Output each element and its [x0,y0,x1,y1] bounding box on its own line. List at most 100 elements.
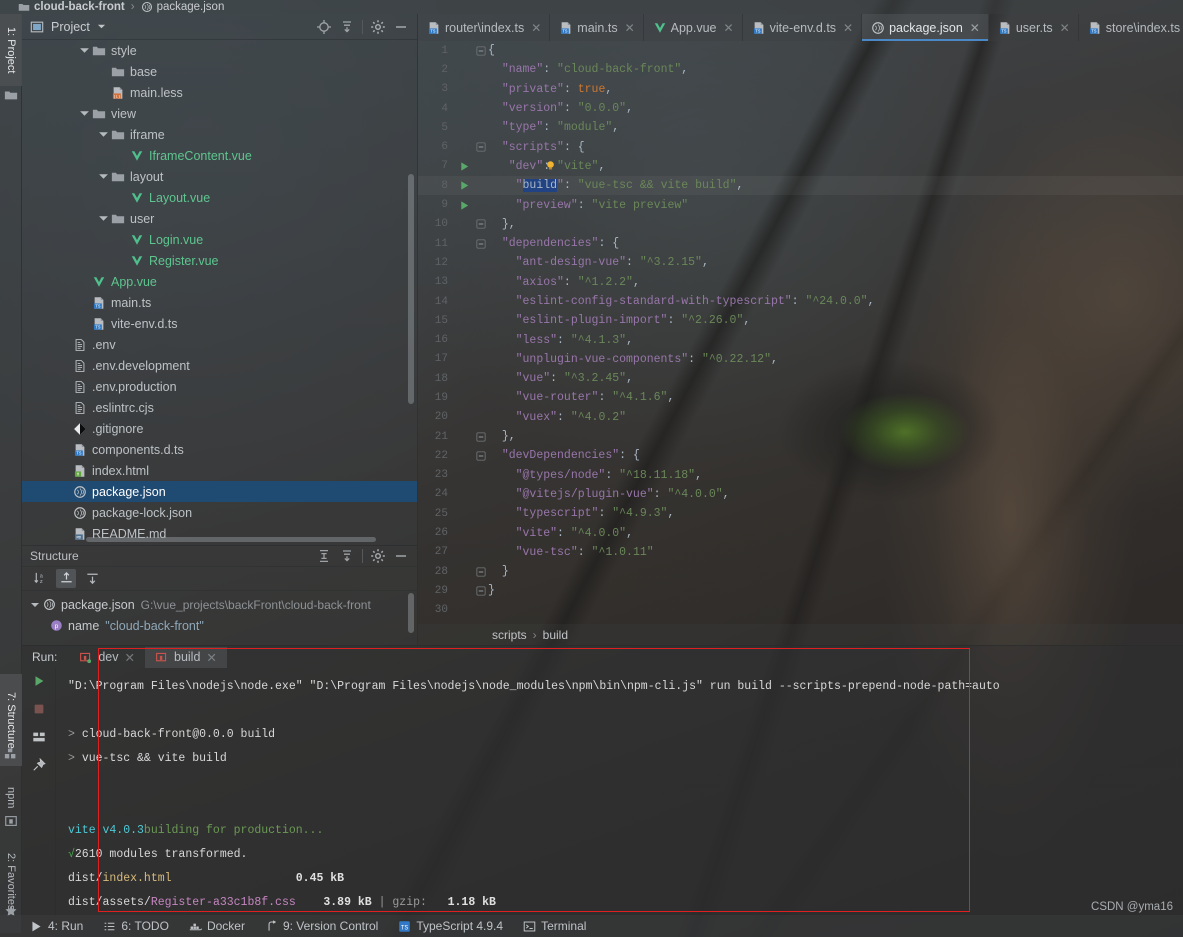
status-item-terminal[interactable]: Terminal [523,919,586,933]
tree-item-register-vue[interactable]: Register.vue [22,250,417,271]
tree-item-vite-env-d-ts[interactable]: TS vite-env.d.ts [22,313,417,334]
fold-minus-icon[interactable] [474,431,488,442]
rerun-icon[interactable] [32,674,46,688]
tree-item-iframecontent-vue[interactable]: IframeContent.vue [22,145,417,166]
close-icon[interactable]: ✕ [206,650,216,665]
tree-item-env-production[interactable]: .env.production [22,376,417,397]
expanded-arrow-icon[interactable] [98,213,109,224]
minimize-icon[interactable] [393,19,409,35]
status-item-typescript-4-9-4[interactable]: TS TypeScript 4.9.4 [398,919,503,933]
editor-tab-package-json[interactable]: package.json ✕ [862,14,989,41]
tree-item-app-vue[interactable]: App.vue [22,271,417,292]
pin-icon[interactable] [32,758,46,772]
editor-tab-store-index-ts[interactable]: TSstore\index.ts✕ [1079,14,1183,41]
fold-minus-icon[interactable] [474,142,488,152]
tree-item-layout[interactable]: layout [22,166,417,187]
collapse-all-icon[interactable] [339,548,355,564]
close-icon[interactable]: ✕ [843,21,853,35]
breadcrumb-item-build[interactable]: build [543,628,568,642]
expanded-arrow-icon[interactable] [79,108,90,119]
code-editor[interactable]: 1{2 "name": "cloud-back-front", 3 "privat… [418,41,1183,624]
project-window-icon [30,20,44,34]
structure-child-row[interactable]: p name "cloud-back-front" [22,615,417,636]
gear-icon[interactable] [370,548,386,564]
close-icon[interactable]: ✕ [125,650,135,665]
fold-minus-icon[interactable] [474,219,488,229]
scroll-to-source-icon[interactable] [82,569,102,588]
structure-scrollbar[interactable] [408,593,414,633]
line-number: 11 [434,237,448,250]
code-text: "@types/node": "^18.11.18", [515,468,702,482]
tree-item-eslintrc-cjs[interactable]: .eslintrc.cjs [22,397,417,418]
code-line-13: 13 "axios": "^1.2.2", [418,273,1183,292]
tree-item-iframe[interactable]: iframe [22,124,417,145]
editor-tab-main-ts[interactable]: TS main.ts ✕ [550,14,644,41]
tree-item-user[interactable]: user [22,208,417,229]
tree-item-style[interactable]: style [22,40,417,61]
tree-item-index-html[interactable]: Hindex.html [22,460,417,481]
fold-minus-icon[interactable] [474,586,488,596]
run-arrow[interactable] [454,200,474,211]
close-icon[interactable]: ✕ [531,21,541,35]
tree-item-package-lock-json[interactable]: package-lock.json [22,502,417,523]
tree-item-package-json[interactable]: package.json [22,481,417,502]
project-tree-hscrollbar[interactable] [86,537,376,542]
run-console-output[interactable]: "D:\Program Files\nodejs\node.exe" "D:\P… [56,668,1183,916]
tree-item-env-development[interactable]: .env.development [22,355,417,376]
structure-root-row[interactable]: package.json G:\vue_projects\backFront\c… [22,594,417,615]
editor-tab-user-ts[interactable]: TS user.ts ✕ [989,14,1079,41]
tree-item-base[interactable]: base [22,61,417,82]
tree-item-main-ts[interactable]: TS main.ts [22,292,417,313]
scroll-from-source-icon[interactable] [56,569,76,588]
sidebar-item-project[interactable]: 1: Project [0,14,22,86]
tree-item-login-vue[interactable]: Login.vue [22,229,417,250]
close-icon[interactable]: ✕ [724,21,734,35]
layout-icon[interactable] [32,730,46,744]
editor-tab-router-index-ts[interactable]: TS router\index.ts ✕ [418,14,551,41]
close-icon[interactable]: ✕ [625,21,635,35]
tree-item-components-d-ts[interactable]: TS components.d.ts [22,439,417,460]
run-arrow[interactable] [454,180,474,191]
status-item-6-todo[interactable]: 6: TODO [103,919,169,933]
sort-alpha-icon[interactable]: az [30,569,50,588]
locate-icon[interactable] [316,19,332,35]
gear-icon[interactable] [370,19,386,35]
editor-tab-vite-env-d-ts[interactable]: TS vite-env.d.ts ✕ [743,14,863,41]
project-file-tree[interactable]: style base (L) main.less view iframe IframeCon… [22,40,417,543]
close-icon[interactable]: ✕ [1060,21,1070,35]
titlebar-project-name[interactable]: cloud-back-front [34,1,125,13]
status-item-docker[interactable]: Docker [189,919,245,933]
run-tab-build[interactable]: build ✕ [145,646,227,668]
status-item-9-version-control[interactable]: 9: Version Control [265,919,378,933]
expanded-arrow-icon[interactable] [30,600,40,610]
intention-bulb-icon[interactable] [545,160,556,171]
expanded-arrow-icon[interactable] [98,129,109,140]
breadcrumb-item-scripts[interactable]: scripts [492,628,527,642]
status-item-4-run[interactable]: 4: Run [30,919,83,933]
fold-minus-icon[interactable] [474,567,488,577]
tree-item-layout-vue[interactable]: Layout.vue [22,187,417,208]
status-item-label: 4: Run [48,919,84,933]
structure-tree[interactable]: package.json G:\vue_projects\backFront\c… [22,591,417,636]
expand-all-icon[interactable] [316,548,332,564]
expanded-arrow-icon[interactable] [79,45,90,56]
collapse-all-icon[interactable] [339,19,355,35]
fold-minus-icon[interactable] [474,451,488,461]
run-arrow[interactable] [454,161,474,172]
fold-minus-icon[interactable] [474,46,488,56]
tree-item-env[interactable]: .env [22,334,417,355]
tree-item-view[interactable]: view [22,103,417,124]
expanded-arrow-icon[interactable] [98,171,109,182]
titlebar-file-name[interactable]: package.json [157,1,225,13]
editor-tab-app-vue[interactable]: App.vue ✕ [644,14,743,41]
stop-icon[interactable] [32,702,46,716]
tree-item-main-less[interactable]: (L) main.less [22,82,417,103]
chevron-down-icon[interactable] [97,22,106,31]
project-tree-scrollbar[interactable] [408,174,414,404]
tree-item-gitignore[interactable]: .gitignore [22,418,417,439]
close-icon[interactable]: ✕ [970,21,980,35]
run-tab-dev[interactable]: dev ✕ [69,647,145,668]
minimize-icon[interactable] [393,548,409,564]
fold-minus-icon[interactable] [474,238,488,249]
